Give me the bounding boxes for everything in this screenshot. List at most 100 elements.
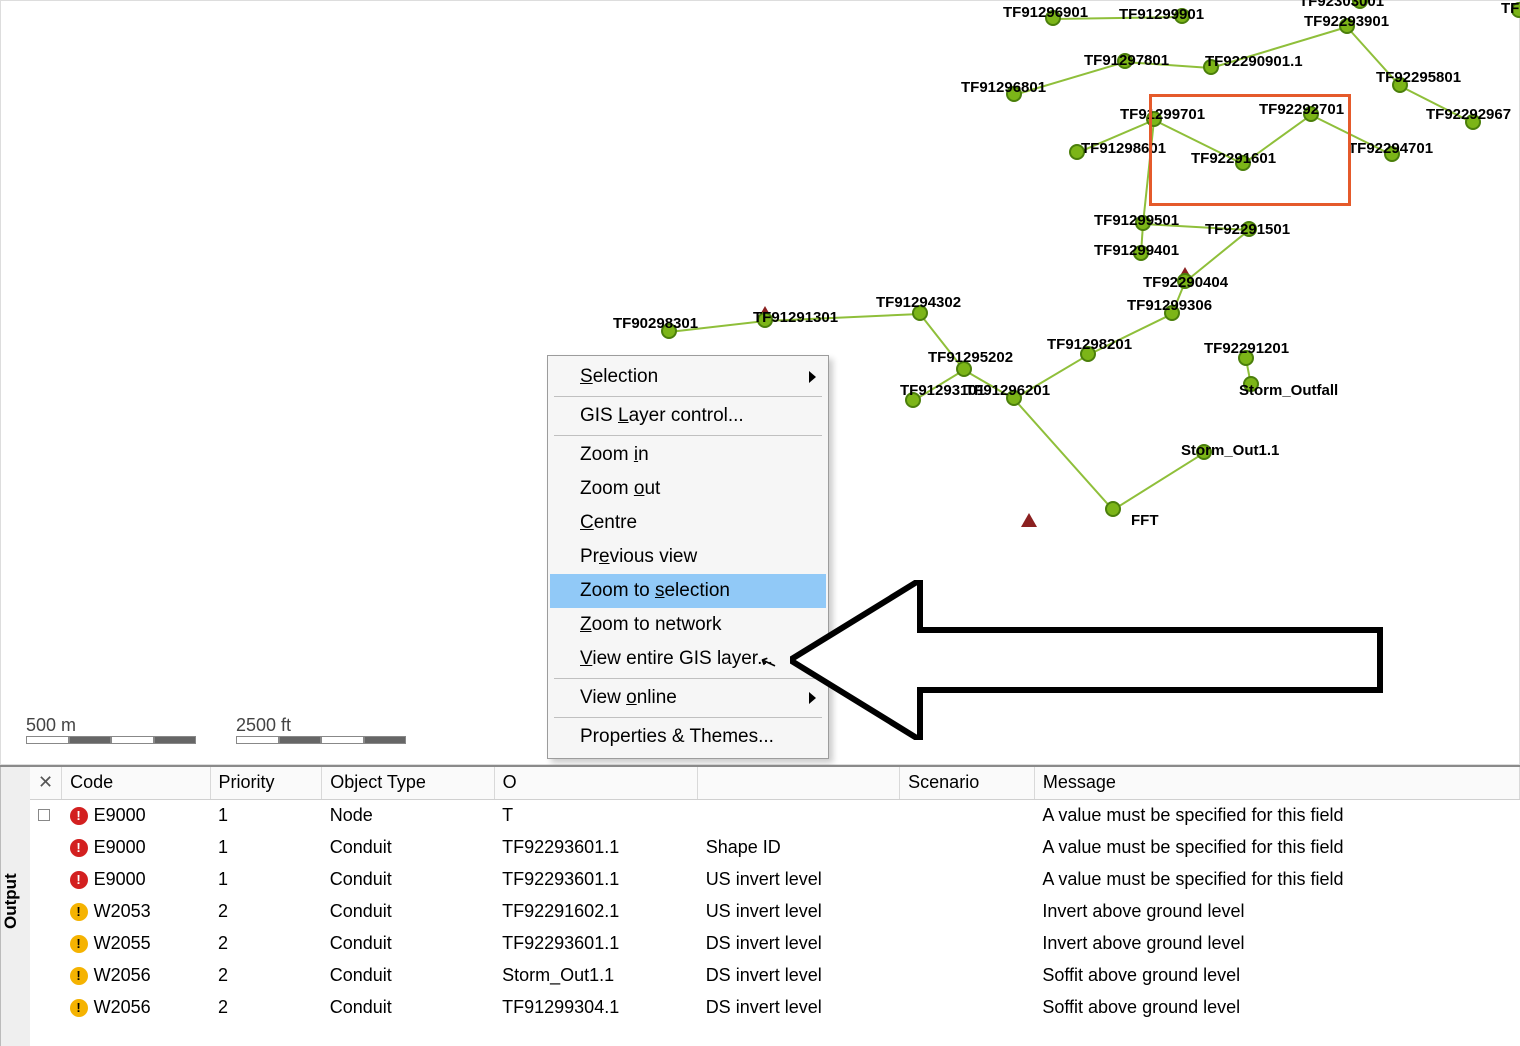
table-row[interactable]: !W20562ConduitTF91299304.1DS invert leve… xyxy=(30,991,1520,1023)
node-label: TF92291201 xyxy=(1204,340,1289,357)
context-menu-item[interactable]: Centre xyxy=(550,506,826,540)
table-row[interactable]: !E90001ConduitTF92293601.1Shape IDA valu… xyxy=(30,831,1520,863)
error-icon: ! xyxy=(70,871,88,889)
table-row[interactable]: !W20532ConduitTF92291602.1US invert leve… xyxy=(30,895,1520,927)
cell-code: !E9000 xyxy=(62,863,210,895)
checkbox-icon[interactable] xyxy=(38,809,50,821)
close-icon[interactable]: ✕ xyxy=(38,772,53,792)
cell-object-type: Conduit xyxy=(322,927,494,959)
warning-icon: ! xyxy=(70,967,88,985)
context-menu-item[interactable]: Previous view xyxy=(550,540,826,574)
node-label: TF92290404 xyxy=(1143,274,1228,291)
output-panel[interactable]: Output ✕ CodePriorityObject TypeO Scenario… xyxy=(0,765,1520,1046)
row-marker[interactable] xyxy=(30,991,62,1023)
context-menu-item[interactable]: Properties & Themes... xyxy=(550,720,826,754)
context-menu-item[interactable]: GIS Layer control... xyxy=(550,399,826,433)
node-label: TF92295801 xyxy=(1376,69,1461,86)
row-marker[interactable] xyxy=(30,959,62,991)
cell-field: US invert level xyxy=(698,863,900,895)
selection-rectangle xyxy=(1149,94,1351,206)
node-label: TF91299401 xyxy=(1094,242,1179,259)
cell-field: DS invert level xyxy=(698,991,900,1023)
col-object-id[interactable]: O xyxy=(494,767,698,799)
cell-priority: 1 xyxy=(210,799,322,831)
context-menu-item[interactable]: Zoom out xyxy=(550,472,826,506)
col-scenario[interactable]: Scenario xyxy=(900,767,1035,799)
scale-bar: 500 m 2500 ft xyxy=(26,715,406,744)
cell-message: A value must be specified for this field xyxy=(1034,863,1519,895)
col-code[interactable]: Code xyxy=(62,767,210,799)
warning-icon: ! xyxy=(70,903,88,921)
error-icon: ! xyxy=(70,807,88,825)
context-menu-item[interactable]: Zoom in xyxy=(550,438,826,472)
node-label: TF91298201 xyxy=(1047,336,1132,353)
cell-code: !W2056 xyxy=(62,991,210,1023)
node-label: TF92294701 xyxy=(1348,140,1433,157)
output-tab[interactable]: Output xyxy=(0,767,30,1046)
cell-scenario xyxy=(900,991,1035,1023)
node-label: TF91295202 xyxy=(928,349,1013,366)
row-marker[interactable] xyxy=(30,831,62,863)
node-label: Storm_Outfall xyxy=(1239,382,1338,399)
context-menu-item[interactable]: View entire GIS layer... xyxy=(550,642,826,676)
node-label: TF92303001 xyxy=(1299,0,1384,10)
node-label: TF91299901 xyxy=(1119,6,1204,23)
validation-table[interactable]: ✕ CodePriorityObject TypeO ScenarioMessage… xyxy=(30,767,1520,1023)
node-label: TF92292967 xyxy=(1426,106,1511,123)
col-message[interactable]: Message xyxy=(1034,767,1519,799)
cell-message: Soffit above ground level xyxy=(1034,991,1519,1023)
network-node[interactable] xyxy=(1105,501,1121,517)
table-body: !E90001NodeTA value must be specified fo… xyxy=(30,799,1520,1023)
cell-field: DS invert level xyxy=(698,959,900,991)
col-field[interactable] xyxy=(698,767,900,799)
col-priority[interactable]: Priority xyxy=(210,767,322,799)
cell-priority: 2 xyxy=(210,927,322,959)
cell-object-id: TF91299304.1 xyxy=(494,991,698,1023)
row-marker[interactable] xyxy=(30,895,62,927)
context-menu-item[interactable]: Selection xyxy=(550,360,826,394)
table-row[interactable]: !W20562ConduitStorm_Out1.1DS invert leve… xyxy=(30,959,1520,991)
cell-code: !W2056 xyxy=(62,959,210,991)
node-label: TF91296801 xyxy=(961,79,1046,96)
cell-code: !W2053 xyxy=(62,895,210,927)
table-row[interactable]: !E90001ConduitTF92293601.1US invert leve… xyxy=(30,863,1520,895)
cell-priority: 2 xyxy=(210,895,322,927)
context-menu-item[interactable]: View online xyxy=(550,681,826,715)
context-menu-item[interactable]: Zoom to selection xyxy=(550,574,826,608)
cell-message: Soffit above ground level xyxy=(1034,959,1519,991)
network-link[interactable] xyxy=(1013,398,1113,510)
context-menu[interactable]: SelectionGIS Layer control...Zoom inZoom… xyxy=(547,355,829,759)
row-marker[interactable] xyxy=(30,799,62,831)
cell-scenario xyxy=(900,959,1035,991)
col-close[interactable]: ✕ xyxy=(30,767,62,799)
row-marker[interactable] xyxy=(30,863,62,895)
node-label: TF91299306 xyxy=(1127,297,1212,314)
cell-object-id: TF92293601.1 xyxy=(494,927,698,959)
cell-scenario xyxy=(900,927,1035,959)
node-label: TF91294302 xyxy=(876,294,961,311)
cell-object-type: Conduit xyxy=(322,991,494,1023)
cell-scenario xyxy=(900,831,1035,863)
cell-field xyxy=(698,799,900,831)
row-marker[interactable] xyxy=(30,927,62,959)
cell-object-type: Conduit xyxy=(322,831,494,863)
table-row[interactable]: !W20552ConduitTF92293601.1DS invert leve… xyxy=(30,927,1520,959)
cell-message: Invert above ground level xyxy=(1034,895,1519,927)
cell-message: Invert above ground level xyxy=(1034,927,1519,959)
cell-message: A value must be specified for this field xyxy=(1034,799,1519,831)
col-object-type[interactable]: Object Type xyxy=(322,767,494,799)
table-header-row: ✕ CodePriorityObject TypeO ScenarioMessage xyxy=(30,767,1520,799)
node-label: TF92 xyxy=(1501,0,1520,17)
context-menu-item[interactable]: Zoom to network xyxy=(550,608,826,642)
network-link[interactable] xyxy=(1112,452,1204,511)
node-label: TF92293901 xyxy=(1304,13,1389,30)
table-row[interactable]: !E90001NodeTA value must be specified fo… xyxy=(30,799,1520,831)
cell-priority: 2 xyxy=(210,991,322,1023)
node-label: TF91297801 xyxy=(1084,52,1169,69)
cell-field: Shape ID xyxy=(698,831,900,863)
node-label: Storm_Out1.1 xyxy=(1181,442,1279,459)
cell-field: DS invert level xyxy=(698,927,900,959)
cell-scenario xyxy=(900,895,1035,927)
error-icon: ! xyxy=(70,839,88,857)
cell-object-type: Conduit xyxy=(322,863,494,895)
